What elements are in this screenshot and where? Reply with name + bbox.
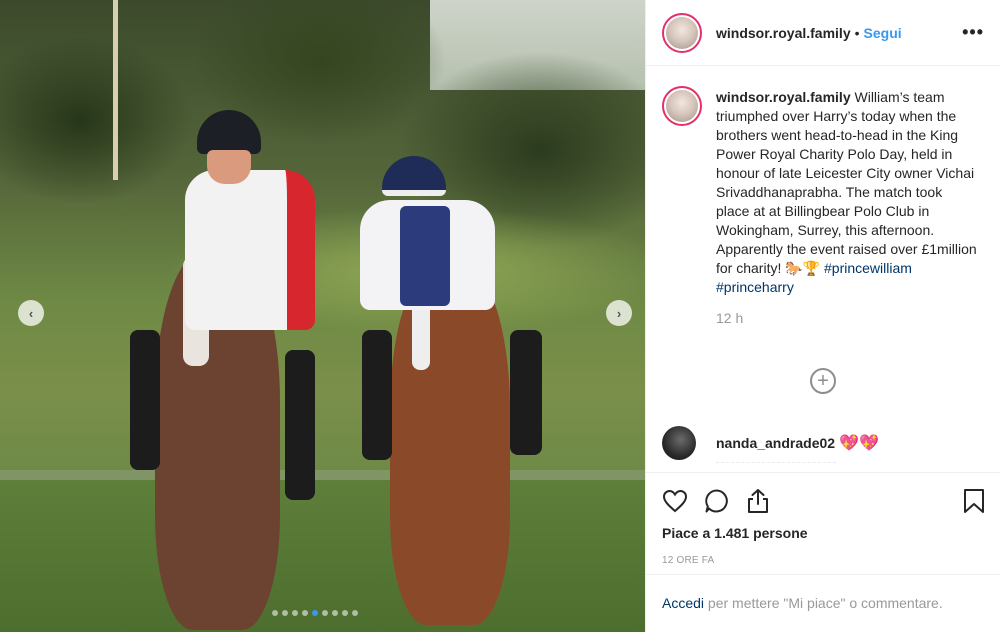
post-actions: Piace a 1.481 persone 12 ORE FA (646, 472, 1000, 566)
profile-avatar[interactable] (662, 12, 702, 53)
avatar-image (666, 90, 698, 122)
photo-hill (0, 160, 645, 360)
carousel-dot[interactable] (282, 610, 288, 616)
carousel-dot[interactable] (332, 610, 338, 616)
carousel-dot[interactable] (302, 610, 308, 616)
caption-avatar[interactable] (662, 86, 702, 126)
carousel-dot[interactable] (312, 610, 318, 616)
more-icon[interactable]: ••• (962, 22, 984, 43)
polo-mallet (113, 0, 118, 180)
rider-right (360, 156, 495, 310)
carousel-next-button[interactable]: › (606, 300, 632, 326)
likes-count[interactable]: Piace a 1.481 persone (662, 525, 985, 541)
carousel-dot[interactable] (322, 610, 328, 616)
rider-boot (285, 350, 315, 500)
post-timestamp: 12 ORE FA (662, 555, 715, 566)
post-header: windsor.royal.family • Segui ••• (646, 0, 1000, 66)
carousel-dot[interactable] (272, 610, 278, 616)
caption-text: William’s team triumphed over Harry’s to… (716, 89, 977, 276)
comment-icon[interactable] (704, 488, 730, 514)
post-photo[interactable]: ‹ › (0, 0, 645, 632)
caption-time: 12 h (716, 310, 744, 326)
login-link[interactable]: Accedi (662, 595, 704, 611)
follow-button[interactable]: Segui (864, 25, 902, 41)
rider-left (185, 110, 315, 330)
rider-boot (130, 330, 160, 470)
rider-boot (510, 330, 542, 455)
caption: windsor.royal.family William’s team triu… (716, 88, 978, 426)
comment-emoji: 💖💖 (839, 435, 879, 452)
carousel-dot[interactable] (292, 610, 298, 616)
post-side-panel: windsor.royal.family • Segui ••• windsor… (645, 0, 1000, 632)
carousel-dot[interactable] (352, 610, 358, 616)
rider-boot (362, 330, 392, 460)
horse-right (390, 265, 510, 625)
comment-username[interactable]: nanda_andrade02 (716, 435, 835, 451)
rider-face (207, 150, 251, 184)
caption-username[interactable]: windsor.royal.family (716, 89, 851, 105)
carousel-dot[interactable] (342, 610, 348, 616)
commenter-avatar[interactable] (662, 426, 696, 460)
login-prompt: Accedi per mettere "Mi piace" o commenta… (646, 574, 1000, 632)
carousel-prev-button[interactable]: ‹ (18, 300, 44, 326)
heart-icon[interactable] (662, 489, 688, 513)
comment-overflow (716, 462, 836, 470)
add-comment-icon[interactable]: + (810, 368, 836, 394)
rider-shirt-stripe (400, 206, 450, 306)
header-username[interactable]: windsor.royal.family (716, 25, 851, 41)
comment-item: nanda_andrade02 💖💖 (662, 426, 879, 460)
carousel-dots (272, 610, 358, 616)
share-icon[interactable] (746, 488, 770, 514)
avatar-image (666, 16, 698, 49)
bookmark-icon[interactable] (963, 488, 985, 514)
header-separator: • (854, 24, 860, 41)
action-icons (662, 485, 985, 517)
login-text: per mettere "Mi piace" o commentare. (704, 595, 943, 611)
